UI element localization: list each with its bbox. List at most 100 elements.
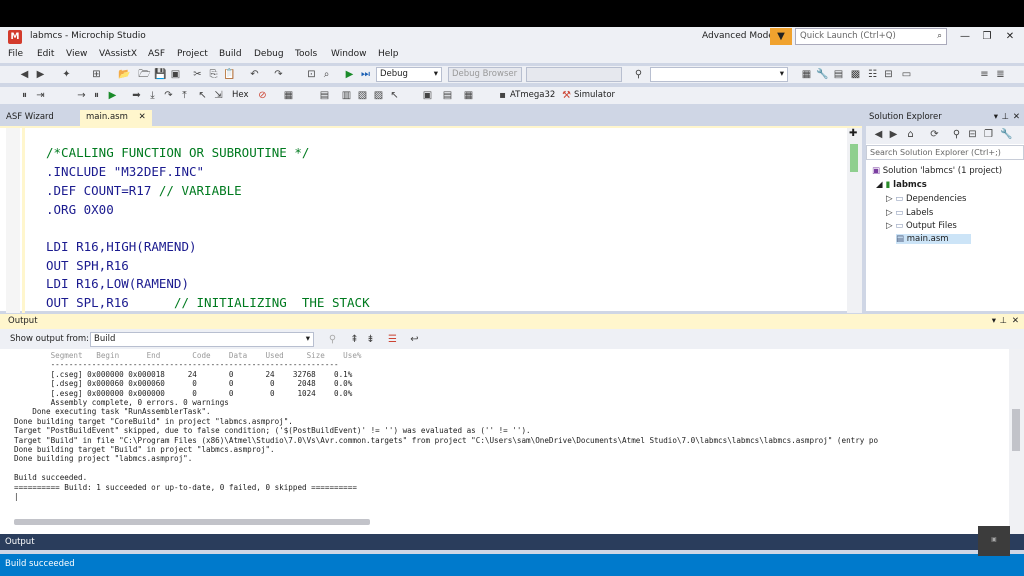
tool-icon[interactable]: ▤ bbox=[441, 89, 454, 102]
chip-icon[interactable]: ▩ bbox=[849, 68, 862, 81]
open-icon[interactable]: 📂 bbox=[118, 68, 131, 81]
tree-project[interactable]: ◢ ▮ labmcs bbox=[876, 180, 927, 190]
cut-icon[interactable]: ✂ bbox=[191, 68, 204, 81]
step-icon[interactable]: ⇥ bbox=[34, 89, 47, 102]
tree-solution[interactable]: ▣ Solution 'labmcs' (1 project) bbox=[872, 166, 1002, 176]
filter-icon[interactable]: ▼ bbox=[770, 28, 792, 45]
split-icon[interactable]: ✚ bbox=[849, 128, 857, 139]
start-without-debugging-icon[interactable]: ⏭ bbox=[359, 68, 372, 81]
tool-hammer-icon[interactable]: ⚒ bbox=[560, 89, 573, 102]
registers-icon[interactable]: ▥ bbox=[340, 89, 353, 102]
step-over-icon[interactable]: ↷ bbox=[162, 89, 175, 102]
step-out-icon[interactable]: ⤒ bbox=[178, 89, 191, 102]
tree-item-dependencies[interactable]: ▷ ▭ Dependencies bbox=[886, 194, 966, 204]
find-in-files-icon[interactable]: ⚲ bbox=[632, 68, 645, 81]
quick-launch-input[interactable]: Quick Launch (Ctrl+Q) ⌕ bbox=[795, 28, 947, 45]
dropdown-icon[interactable]: ▾ bbox=[992, 316, 996, 326]
menu-window[interactable]: Window bbox=[331, 49, 367, 59]
solution-explorer-icon[interactable]: ⊟ bbox=[882, 68, 895, 81]
outdent-icon[interactable]: ≣ bbox=[994, 68, 1007, 81]
advanced-mode-label[interactable]: Advanced Mode bbox=[702, 31, 774, 41]
menu-debug[interactable]: Debug bbox=[254, 49, 284, 59]
pin-icon[interactable]: ⊥ bbox=[1002, 112, 1009, 122]
back-icon[interactable]: ◀ bbox=[18, 68, 31, 81]
undo-icon[interactable]: ↶ bbox=[248, 68, 261, 81]
show-next-statement-icon[interactable]: ➡ bbox=[130, 89, 143, 102]
indent-icon[interactable]: ≡ bbox=[978, 68, 991, 81]
find-message-icon[interactable]: ⚲ bbox=[326, 333, 339, 346]
tab-main-asm[interactable]: main.asm ✕ bbox=[80, 110, 152, 126]
menu-help[interactable]: Help bbox=[378, 49, 399, 59]
collapse-all-icon[interactable]: ⊟ bbox=[966, 128, 979, 141]
sync-icon[interactable]: ⟳ bbox=[928, 128, 941, 141]
step-into-icon[interactable]: → bbox=[75, 89, 88, 102]
close-icon[interactable]: ✕ bbox=[1012, 316, 1019, 326]
properties-wrench-icon[interactable]: 🔧 bbox=[1000, 128, 1013, 141]
device-programming-icon[interactable]: ▦ bbox=[800, 68, 813, 81]
find-icon[interactable]: ⊡ bbox=[305, 68, 318, 81]
save-all-icon[interactable]: ▣ bbox=[169, 68, 182, 81]
menu-asf[interactable]: ASF bbox=[148, 49, 165, 59]
redo-icon[interactable]: ↷ bbox=[272, 68, 285, 81]
pending-changes-icon[interactable]: ⚲ bbox=[950, 128, 963, 141]
wrench-icon[interactable]: 🔧 bbox=[816, 68, 829, 81]
configuration-select[interactable]: Debug ▾ bbox=[376, 67, 442, 82]
tree-item-output-files[interactable]: ▷ ▭ Output Files bbox=[886, 221, 957, 231]
binary-icon[interactable]: ▦ bbox=[462, 89, 475, 102]
pause-icon[interactable]: ⏸ bbox=[90, 89, 103, 102]
menu-file[interactable]: File bbox=[8, 49, 23, 59]
windows-icon[interactable]: ▦ bbox=[282, 89, 295, 102]
debug-browser-select[interactable]: Debug Browser bbox=[448, 67, 522, 82]
back-icon[interactable]: ◀ bbox=[872, 128, 885, 141]
restore-button[interactable]: ❐ bbox=[975, 28, 999, 45]
window-layout-icon[interactable]: ▭ bbox=[900, 68, 913, 81]
menu-tools[interactable]: Tools bbox=[295, 49, 317, 59]
menu-build[interactable]: Build bbox=[219, 49, 242, 59]
properties-icon[interactable]: ▤ bbox=[832, 68, 845, 81]
previous-message-icon[interactable]: ⇞ bbox=[348, 333, 361, 346]
device-icon[interactable]: ▣ bbox=[421, 89, 434, 102]
tab-asf-wizard[interactable]: ASF Wizard bbox=[0, 110, 60, 126]
tool-label[interactable]: Simulator bbox=[574, 90, 615, 100]
menu-project[interactable]: Project bbox=[177, 49, 208, 59]
run-to-cursor-icon[interactable]: ↖ bbox=[196, 89, 209, 102]
platform-select[interactable] bbox=[526, 67, 622, 82]
scrollbar-thumb[interactable] bbox=[1012, 409, 1020, 451]
solution-search-input[interactable]: Search Solution Explorer (Ctrl+;) bbox=[866, 145, 1024, 160]
processor-view-icon[interactable]: ▨ bbox=[372, 89, 385, 102]
forward-icon[interactable]: ▶ bbox=[34, 68, 47, 81]
output-text[interactable]: Segment Begin End Code Data Used Size Us… bbox=[14, 351, 1004, 516]
show-all-files-icon[interactable]: ❐ bbox=[982, 128, 995, 141]
disable-breakpoints-icon[interactable]: ⊘ bbox=[256, 89, 269, 102]
tree-item-labels[interactable]: ▷ ▭ Labels bbox=[886, 208, 933, 218]
add-item-icon[interactable]: ⊞ bbox=[90, 68, 103, 81]
save-icon[interactable]: 💾 bbox=[154, 68, 167, 81]
menu-edit[interactable]: Edit bbox=[37, 49, 54, 59]
clear-all-icon[interactable]: ☰ bbox=[386, 333, 399, 346]
minimize-button[interactable]: — bbox=[953, 28, 977, 45]
editor-vertical-scrollbar[interactable]: ✚ bbox=[847, 128, 862, 313]
menu-vassistx[interactable]: VAssistX bbox=[99, 49, 137, 59]
find-combo[interactable]: ▾ bbox=[650, 67, 788, 82]
copy-icon[interactable]: ⎘ bbox=[207, 68, 220, 81]
word-wrap-icon[interactable]: ↩ bbox=[408, 333, 421, 346]
home-icon[interactable]: ⌂ bbox=[904, 128, 917, 141]
hex-toggle[interactable]: Hex bbox=[232, 90, 249, 100]
step-into-arrow-icon[interactable]: ⤓ bbox=[146, 89, 159, 102]
io-view-icon[interactable]: ▧ bbox=[356, 89, 369, 102]
device-label[interactable]: ATmega32 bbox=[510, 90, 555, 100]
memory-icon[interactable]: ▤ bbox=[318, 89, 331, 102]
scrollbar-thumb[interactable] bbox=[850, 144, 858, 172]
chip-device-icon[interactable]: ▪ bbox=[496, 89, 509, 102]
reset-icon[interactable]: ⇲ bbox=[212, 89, 225, 102]
menu-view[interactable]: View bbox=[66, 49, 87, 59]
break-all-icon[interactable]: ⏸ bbox=[18, 89, 31, 102]
zoom-icon[interactable]: ⌕ bbox=[320, 68, 333, 81]
close-button[interactable]: ✕ bbox=[998, 28, 1022, 45]
forward-icon[interactable]: ▶ bbox=[887, 128, 900, 141]
dropdown-icon[interactable]: ▾ bbox=[994, 112, 998, 122]
output-source-select[interactable]: Build ▾ bbox=[90, 332, 314, 347]
code-editor[interactable]: /*CALLING FUNCTION OR SUBROUTINE */ .INC… bbox=[0, 126, 862, 313]
toolbox-icon[interactable]: ☷ bbox=[866, 68, 879, 81]
paste-icon[interactable]: 📋 bbox=[223, 68, 236, 81]
